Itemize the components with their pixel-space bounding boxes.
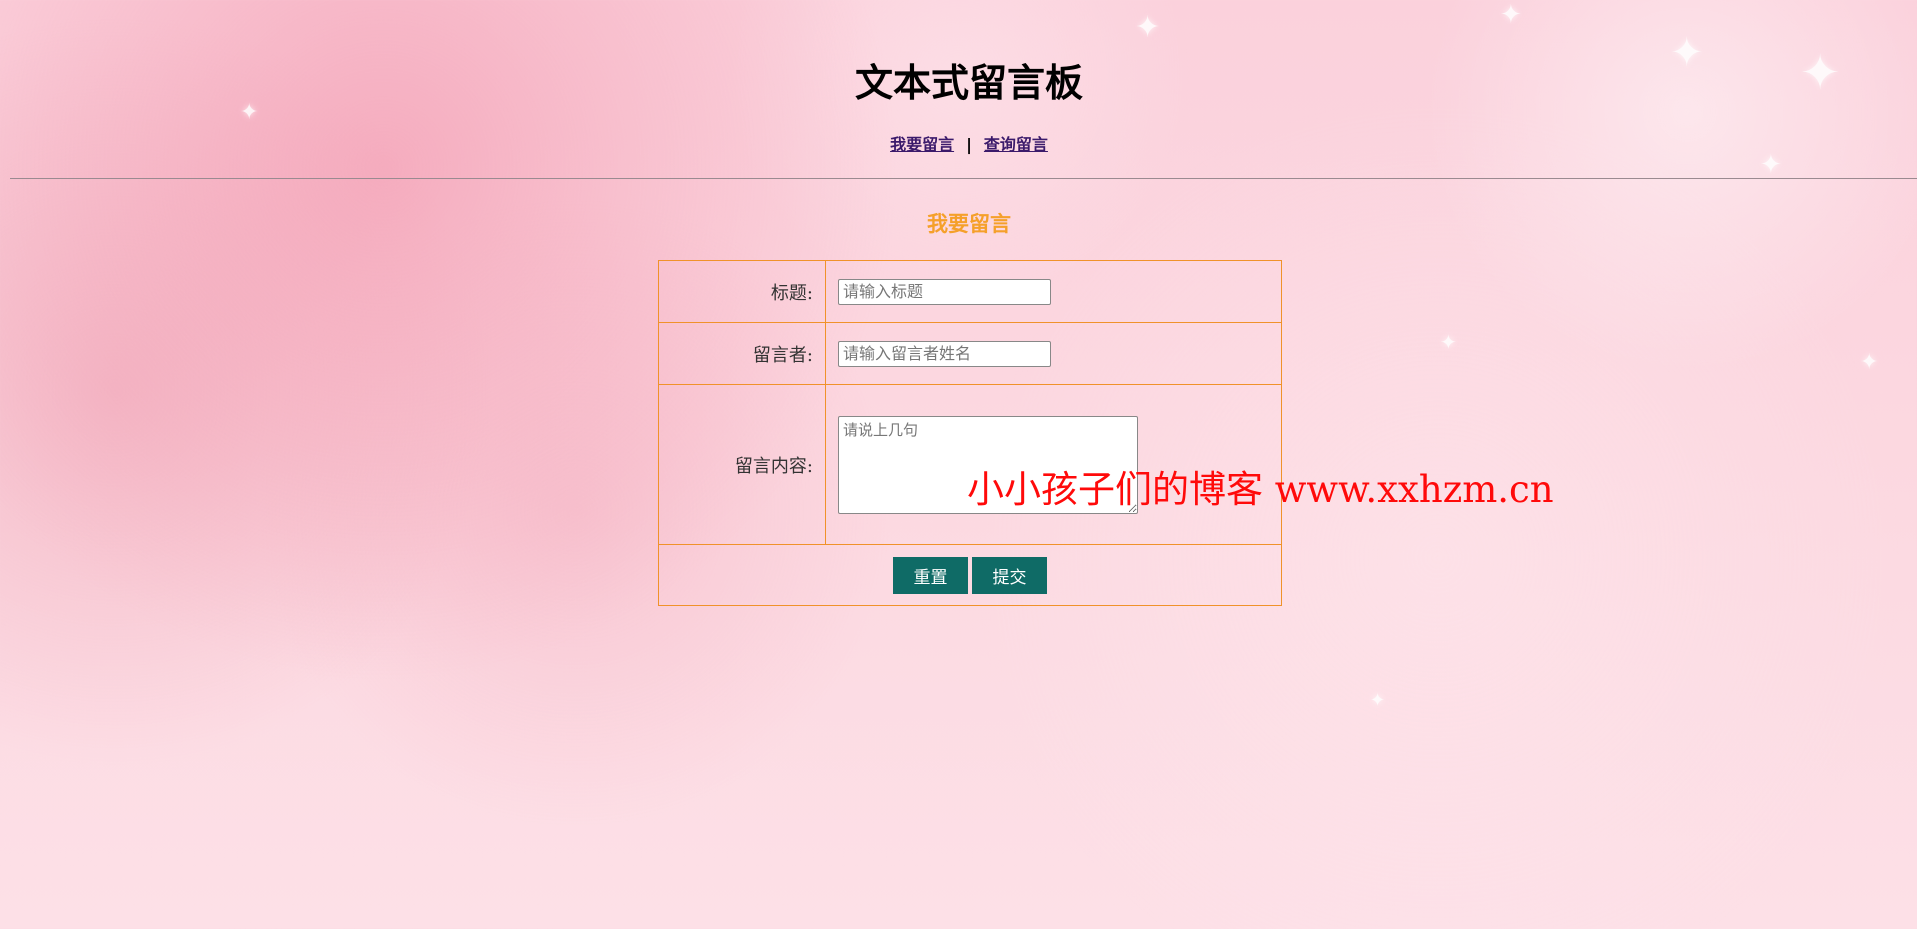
sparkle-decoration: ✦ [1370, 690, 1386, 711]
title-cell [825, 260, 1282, 323]
content-label: 留言内容: [658, 384, 826, 545]
title-input[interactable] [838, 278, 1051, 305]
author-input[interactable] [838, 340, 1051, 367]
title-label: 标题: [658, 260, 826, 323]
author-label: 留言者: [658, 322, 826, 385]
sparkle-decoration: ✦ [1860, 350, 1879, 375]
content-cell [825, 384, 1282, 545]
header-divider [10, 178, 1917, 179]
top-nav: 我要留言 | 查询留言 [0, 131, 1917, 155]
form-row-author: 留言者: [658, 322, 1282, 385]
page-title: 文本式留言板 [854, 61, 1083, 105]
sparkle-decoration: ✦ [1135, 10, 1161, 45]
section-title: 我要留言 [927, 212, 1011, 236]
nav-link-write-message[interactable]: 我要留言 [890, 135, 954, 154]
content-textarea[interactable] [838, 415, 1138, 514]
buttons-cell: 重置 提交 [658, 544, 1282, 606]
nav-separator: | [966, 135, 972, 154]
submit-button[interactable]: 提交 [972, 556, 1047, 594]
sparkle-decoration: ✦ [1500, 0, 1522, 30]
message-form: 标题: 留言者: 留言内容: 重置提交 [658, 260, 1282, 606]
author-cell [825, 322, 1282, 385]
sparkle-decoration: ✦ [1440, 330, 1457, 354]
form-row-content: 留言内容: [658, 384, 1282, 545]
nav-link-query-messages[interactable]: 查询留言 [984, 135, 1048, 154]
form-row-title: 标题: [658, 260, 1282, 323]
reset-button[interactable]: 重置 [893, 556, 968, 594]
form-row-buttons: 重置 提交 [658, 544, 1282, 606]
